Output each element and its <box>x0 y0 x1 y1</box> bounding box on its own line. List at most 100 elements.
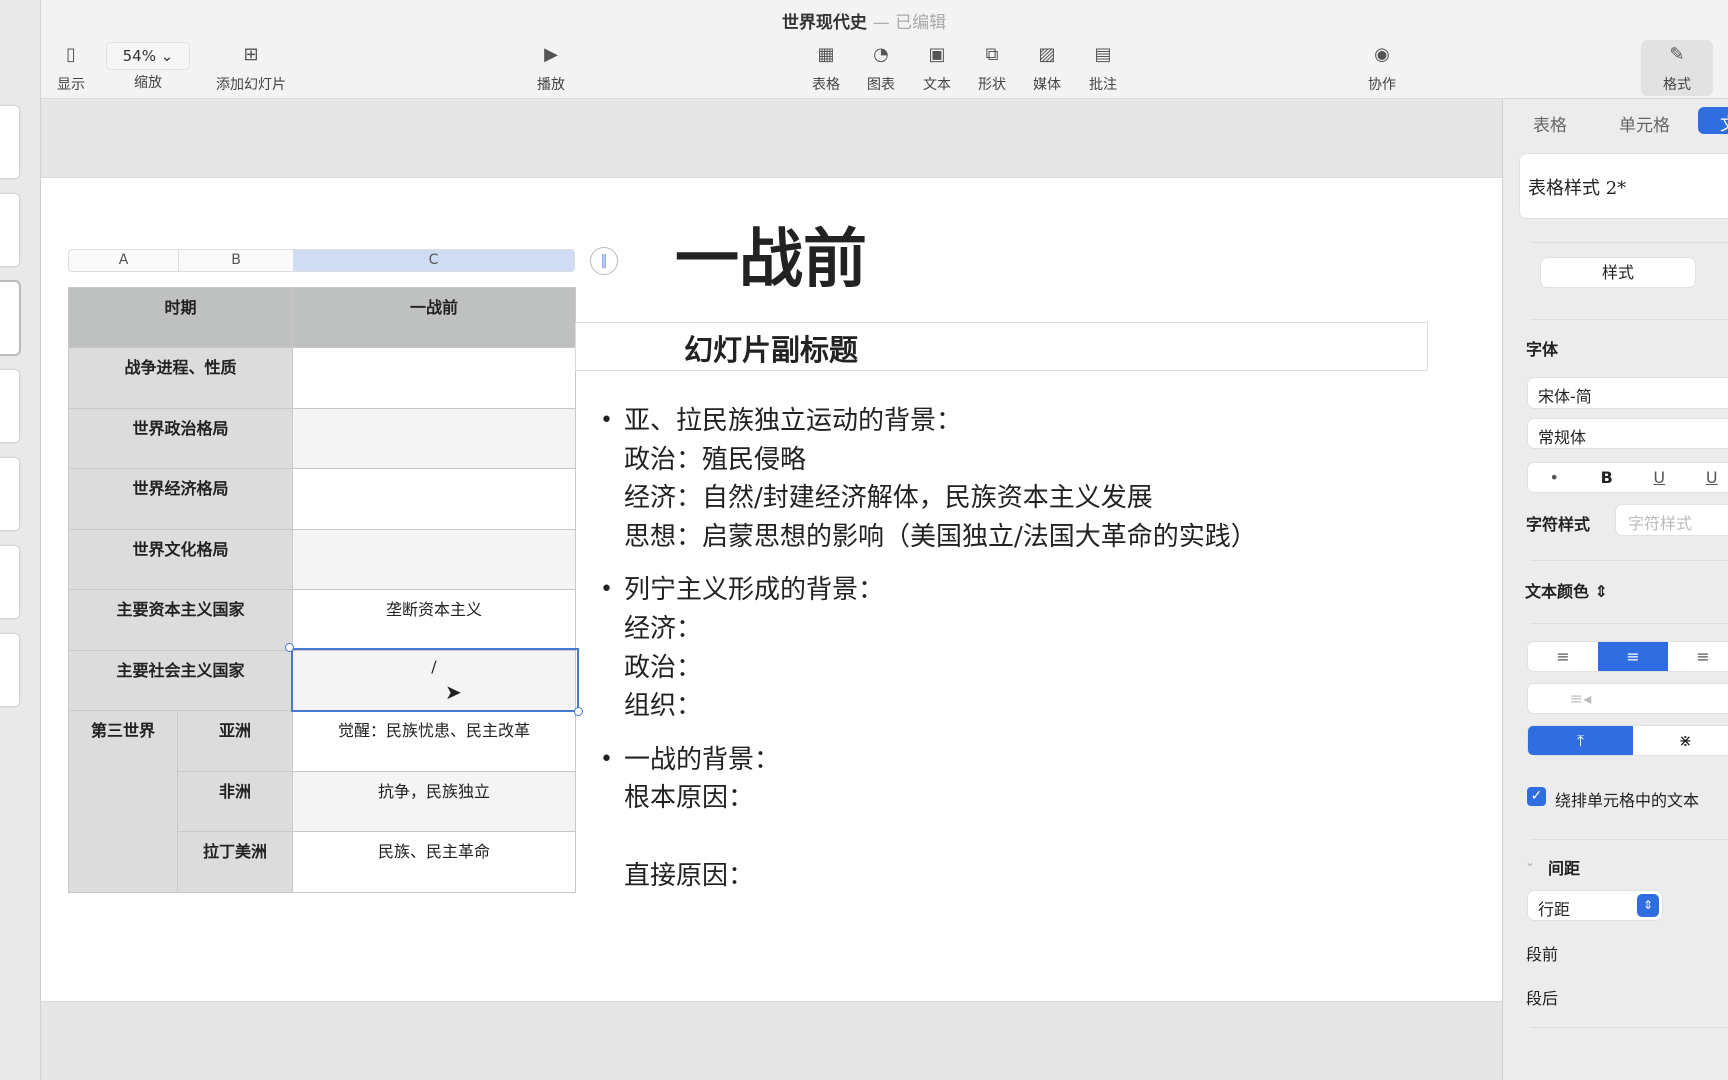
comment-label: 批注 <box>1089 77 1117 93</box>
text-color-label[interactable]: 文本颜色 ⇕ <box>1525 578 1608 602</box>
table-cell[interactable] <box>292 468 576 530</box>
image-icon: ▨ <box>1038 44 1056 65</box>
slide-thumbnail[interactable] <box>0 280 21 356</box>
selection-handle[interactable] <box>574 707 583 716</box>
table-cell[interactable] <box>292 528 576 590</box>
underline-icon[interactable]: U <box>1633 463 1686 492</box>
media-label: 媒体 <box>1033 77 1061 93</box>
updown-chevron-icon: ⇕ <box>1637 894 1659 917</box>
table-row: 战争进程、性质 <box>68 347 576 409</box>
row-label[interactable]: 战争进程、性质 <box>68 347 293 409</box>
align-middle-icon[interactable]: ⋇ <box>1633 726 1728 755</box>
horizontal-align: ≡ ≡ ≡ <box>1528 642 1728 671</box>
decrease-indent-icon[interactable]: ≡◂ <box>1528 684 1633 713</box>
font-section-label: 字体 <box>1526 340 1559 359</box>
tab-table[interactable]: 表格 <box>1533 111 1567 136</box>
column-header-c[interactable]: C <box>293 250 574 271</box>
table-label: 表格 <box>812 77 840 93</box>
align-top-icon[interactable]: ⤒ <box>1528 726 1633 755</box>
font-family-select[interactable]: 宋体-简 <box>1528 378 1728 408</box>
row-label[interactable]: 世界经济格局 <box>68 468 293 530</box>
text-label: 文本 <box>923 77 951 93</box>
collaborate-button[interactable]: ◉ 协作 <box>1352 44 1412 94</box>
line-spacing-select[interactable]: 行距 ⇕ <box>1528 891 1662 920</box>
wrap-checkbox[interactable]: ✓ <box>1527 787 1546 806</box>
chevron-down-icon[interactable]: ⌄ <box>1525 855 1535 869</box>
format-button[interactable]: ✎ 格式 <box>1641 40 1713 96</box>
edit-status: — 已编辑 <box>872 13 947 33</box>
table-row: 主要资本主义国家 垄断资本主义 <box>68 589 576 651</box>
updown-chevron-icon: ⇕ <box>1594 582 1608 601</box>
slide-thumbnail[interactable] <box>0 370 19 442</box>
text-line: 直接原因： <box>624 860 755 891</box>
char-style-select[interactable]: 字符样式 <box>1616 505 1728 535</box>
align-center-icon[interactable]: ≡ <box>1598 642 1668 671</box>
text-line: 列宁主义形成的背景： <box>624 575 885 606</box>
column-header-b[interactable]: B <box>178 250 293 271</box>
row-label[interactable]: 世界政治格局 <box>68 407 293 469</box>
table-style-name[interactable]: 表格样式 2* <box>1520 154 1728 218</box>
vertical-align: ⤒ ⋇ <box>1528 726 1728 755</box>
slide-body-text[interactable]: • 亚、拉民族独立运动的背景： 政治：殖民侵略 经济：自然/封建经济解体，民族资本主… <box>600 402 1257 910</box>
row-label[interactable]: 主要社会主义国家 <box>68 649 293 711</box>
table-row: 世界政治格局 <box>68 407 576 469</box>
media-button[interactable]: ▨ 媒体 <box>1017 44 1077 94</box>
text-button[interactable]: ▣ 文本 <box>907 44 967 94</box>
table-cell[interactable]: 觉醒：民族忧患、民主改革 <box>292 710 576 772</box>
row-sublabel[interactable]: 拉丁美洲 <box>177 831 293 893</box>
zoom-select[interactable]: 54% ⌄ <box>106 42 190 70</box>
tab-cell[interactable]: 单元格 <box>1619 111 1670 136</box>
zoom-label-wrap: 缩放 <box>118 72 178 92</box>
header-cell[interactable]: 时期 <box>68 287 293 348</box>
row-label[interactable]: 主要资本主义国家 <box>68 589 293 651</box>
table-button[interactable]: ▦ 表格 <box>796 44 856 94</box>
header-cell[interactable]: 一战前 <box>292 287 576 348</box>
row-label[interactable]: 世界文化格局 <box>68 528 293 590</box>
slide-thumbnail[interactable] <box>0 106 19 178</box>
table-cell[interactable]: 民族、民主革命 <box>292 831 576 893</box>
slide-thumbnail[interactable] <box>0 458 19 530</box>
bold-icon[interactable]: B <box>1581 463 1634 492</box>
pie-chart-icon: ◔ <box>873 44 889 65</box>
zoom-label: 缩放 <box>134 75 162 91</box>
style-button[interactable]: 样式 <box>1541 258 1695 287</box>
text-line: 思想：启蒙思想的影响（美国独立/法国大革命的实践） <box>624 521 1257 552</box>
comment-button[interactable]: ▤ 批注 <box>1073 44 1133 94</box>
add-slide-button[interactable]: ⊞ 添加幻灯片 <box>216 44 286 94</box>
table-header-row: 时期 一战前 <box>68 287 576 348</box>
align-left-icon[interactable]: ≡ <box>1528 642 1598 671</box>
table-cell[interactable]: 垄断资本主义 <box>292 589 576 651</box>
chart-button[interactable]: ◔ 图表 <box>851 44 911 94</box>
cell-selection <box>291 648 579 712</box>
comment-icon: ▤ <box>1094 44 1112 65</box>
increase-indent-icon[interactable] <box>1633 684 1728 713</box>
slide-thumbnail[interactable] <box>0 194 19 266</box>
slide-thumbnail[interactable] <box>0 634 19 706</box>
row-sublabel[interactable]: 非洲 <box>177 770 293 832</box>
double-underline-icon[interactable]: U <box>1686 463 1728 492</box>
slide-subtitle[interactable]: 幻灯片副标题 <box>575 327 967 369</box>
column-header-a[interactable]: A <box>69 250 178 271</box>
table-cell[interactable] <box>292 347 576 409</box>
selection-handle[interactable] <box>285 643 294 652</box>
slide-thumbnail[interactable] <box>0 546 19 618</box>
shape-button[interactable]: ⧉ 形状 <box>962 44 1022 94</box>
slide-title[interactable]: 一战前 <box>575 208 967 300</box>
text-color-text: 文本颜色 <box>1525 582 1590 601</box>
align-right-icon[interactable]: ≡ <box>1668 642 1728 671</box>
tab-text[interactable]: 文 <box>1698 107 1728 135</box>
text-line: 一战的背景： <box>624 744 781 775</box>
table-cell[interactable]: 抗争，民族独立 <box>292 770 576 832</box>
table-cell[interactable] <box>292 407 576 469</box>
play-button[interactable]: ▶ 播放 <box>521 44 581 94</box>
table-row: 第三世界 亚洲 觉醒：民族忧患、民主改革 <box>68 710 576 893</box>
more-style-icon[interactable]: • <box>1528 463 1581 492</box>
table-icon: ▦ <box>817 44 835 65</box>
view-button[interactable]: ▯ 显示 <box>41 44 101 94</box>
slide-navigator[interactable] <box>0 0 41 1080</box>
font-weight-select[interactable]: 常规体 <box>1528 419 1728 448</box>
chevron-down-icon: ⌄ <box>160 47 174 65</box>
row-sublabel[interactable]: 亚洲 <box>177 710 293 772</box>
row-label[interactable]: 第三世界 <box>68 710 178 893</box>
indent-controls: ≡◂ <box>1528 684 1728 713</box>
